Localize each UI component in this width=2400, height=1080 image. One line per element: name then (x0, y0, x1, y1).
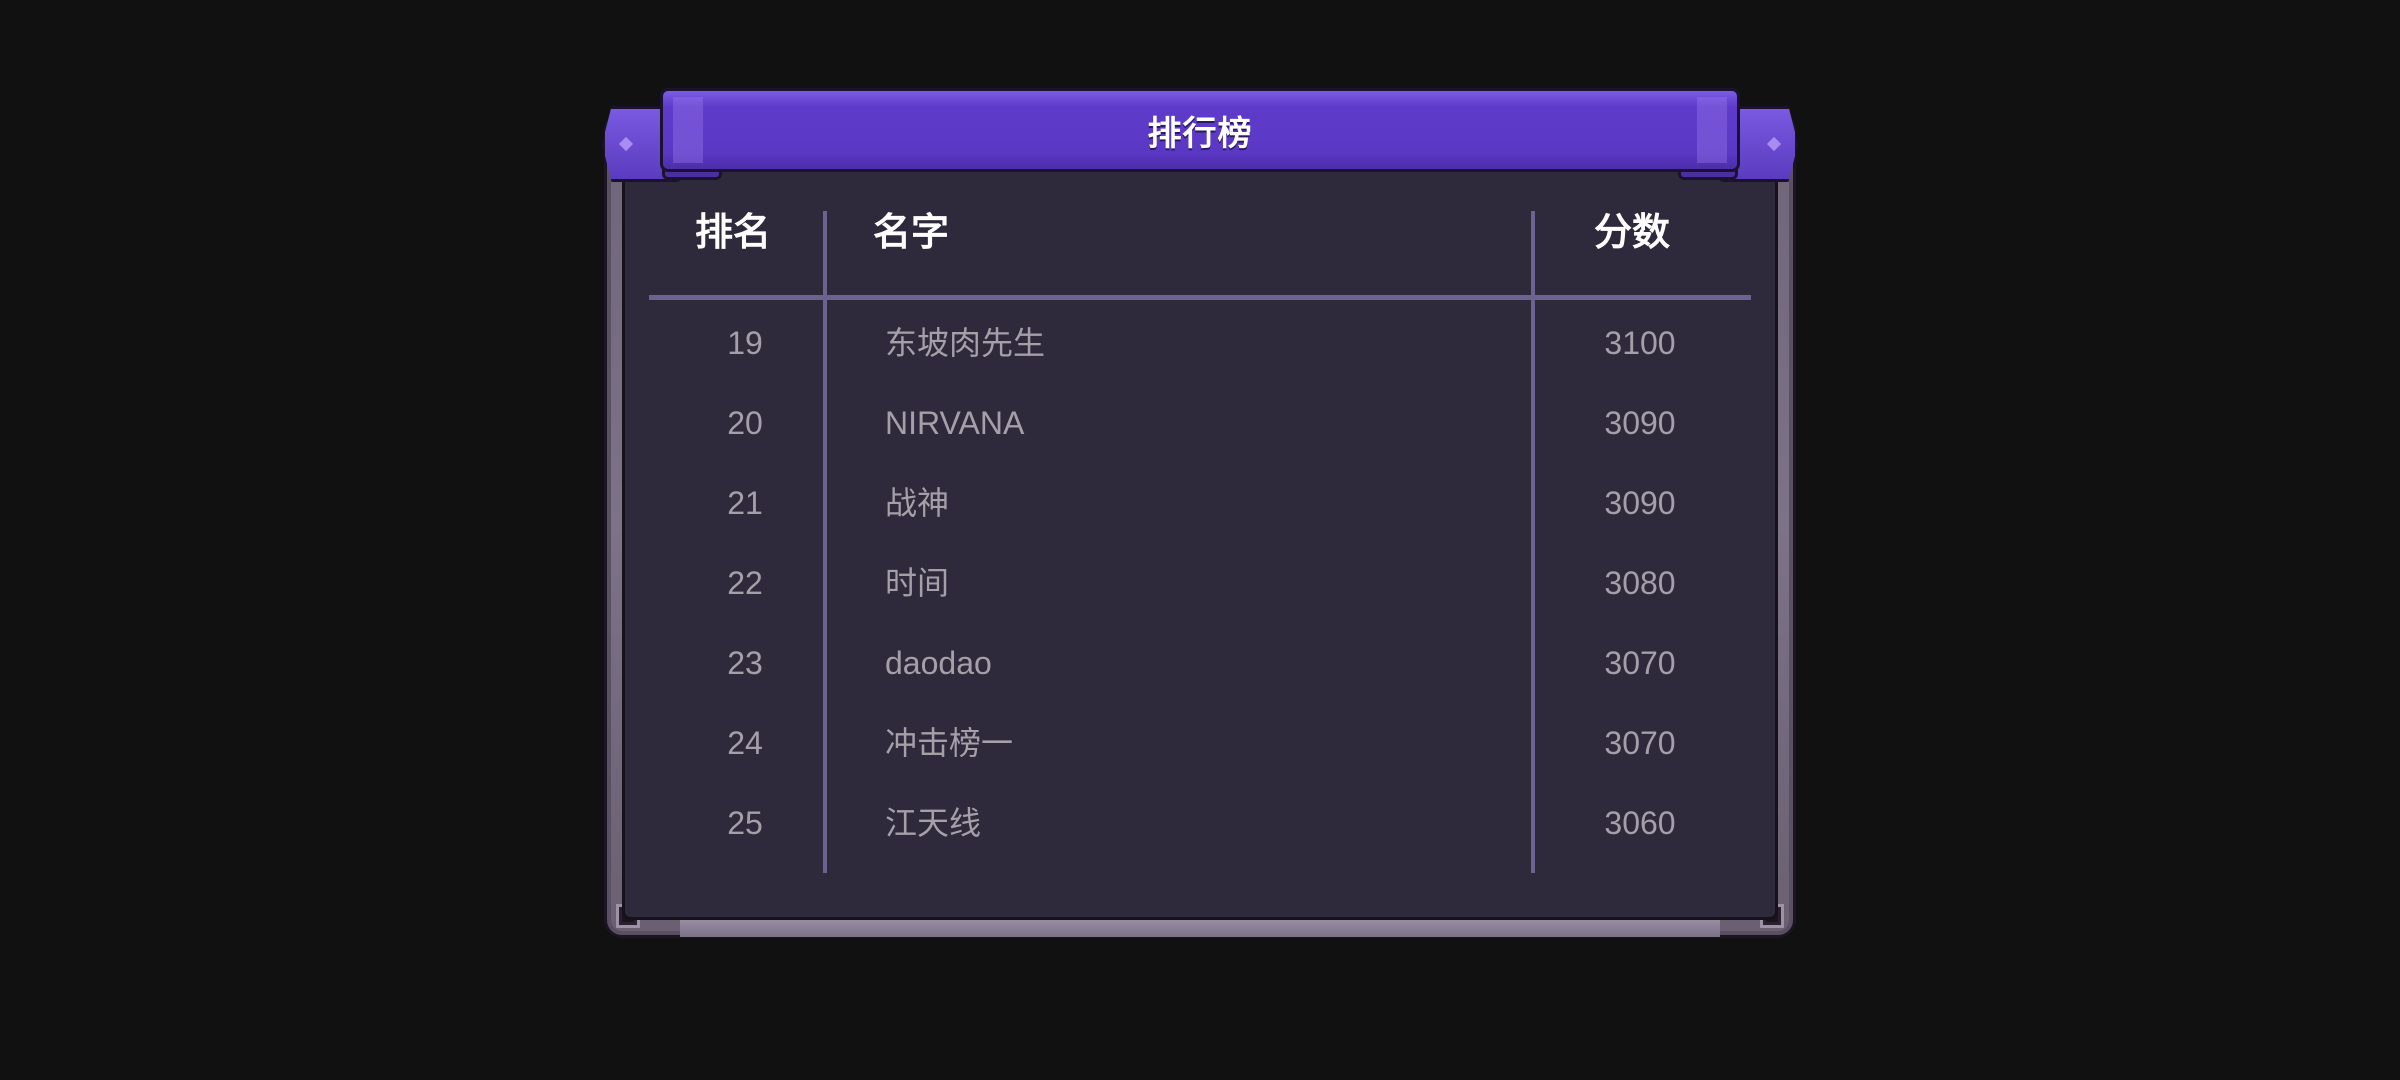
row-name: 冲击榜一 (885, 725, 1014, 761)
row-rank: 25 (727, 805, 763, 841)
title-ribbon: 排行榜 (660, 88, 1740, 172)
table-header: 排名 名字 分数 (651, 201, 1751, 271)
diamond-icon (1766, 136, 1782, 152)
row-name: 江天线 (885, 805, 982, 841)
row-name: 战神 (885, 485, 950, 521)
diamond-icon (618, 136, 634, 152)
leaderboard-list[interactable]: 19 东坡肉先生 3100 20 NIRVANA 3090 21 战神 3090… (625, 303, 1775, 903)
table-row: 22 时间 3080 (625, 543, 1775, 623)
leaderboard-screen: 排名 名字 分数 19 东坡肉先生 3100 20 NIRVANA 3090 2… (0, 0, 2400, 1080)
header-divider (649, 295, 1751, 300)
row-rank: 24 (727, 725, 763, 761)
row-rank: 22 (727, 565, 763, 601)
header-name: 名字 (873, 212, 950, 254)
table-row: 19 东坡肉先生 3100 (625, 303, 1775, 383)
header-score: 分数 (1593, 212, 1670, 254)
row-rank: 19 (727, 325, 763, 361)
row-rank: 20 (727, 405, 763, 441)
table-row: 24 冲击榜一 3070 (625, 703, 1775, 783)
table-row: 25 江天线 3060 (625, 783, 1775, 863)
row-score: 3090 (1604, 405, 1676, 441)
row-score: 3090 (1604, 485, 1676, 521)
row-name: NIRVANA (885, 405, 1025, 441)
leaderboard-table: 排名 名字 分数 19 东坡肉先生 3100 20 NIRVANA 3090 2… (625, 171, 1775, 917)
row-score: 3070 (1604, 645, 1676, 681)
table-row: 20 NIRVANA 3090 (625, 383, 1775, 463)
row-name: 时间 (885, 565, 950, 601)
row-score: 3060 (1604, 805, 1676, 841)
row-score: 3100 (1604, 325, 1676, 361)
page-title: 排行榜 (1147, 114, 1253, 153)
leaderboard-panel: 排名 名字 分数 19 东坡肉先生 3100 20 NIRVANA 3090 2… (622, 168, 1778, 920)
row-rank: 23 (727, 645, 763, 681)
row-rank: 21 (727, 485, 763, 521)
row-name: 东坡肉先生 (885, 325, 1046, 361)
table-row: 21 战神 3090 (625, 463, 1775, 543)
header-rank: 排名 (694, 212, 771, 254)
row-name: daodao (885, 645, 992, 681)
row-score: 3070 (1604, 725, 1676, 761)
table-row: 23 daodao 3070 (625, 623, 1775, 703)
row-score: 3080 (1604, 565, 1676, 601)
